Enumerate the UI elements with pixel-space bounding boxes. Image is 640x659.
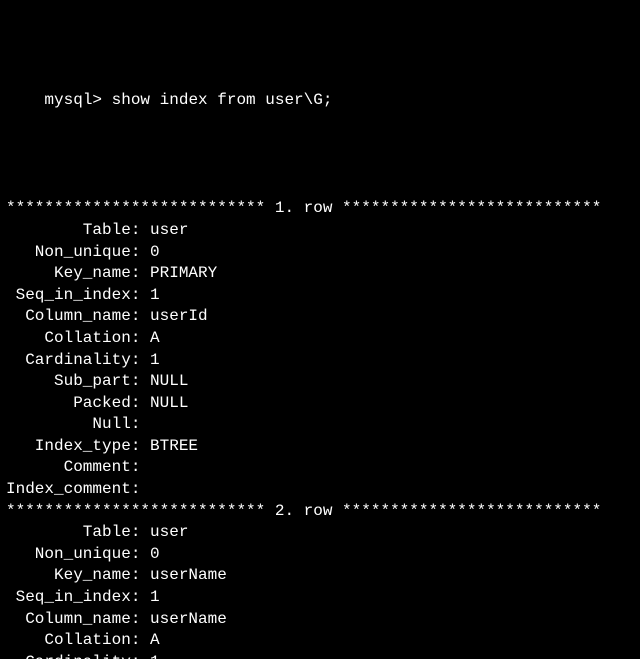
field-key: Seq_in_index xyxy=(6,587,131,609)
field-separator: : xyxy=(131,544,150,566)
terminal-output: mysql> show index from user\G; *********… xyxy=(0,0,640,659)
field-value: userId xyxy=(150,306,208,328)
field-value: 0 xyxy=(150,544,160,566)
field-separator: : xyxy=(131,328,150,350)
field-line: Null: xyxy=(6,414,634,436)
field-line: Collation:A xyxy=(6,328,634,350)
field-separator: : xyxy=(131,587,150,609)
field-line: Cardinality:1 xyxy=(6,350,634,372)
field-value: NULL xyxy=(150,393,188,415)
field-key: Packed xyxy=(6,393,131,415)
row-separator: *************************** 1. row *****… xyxy=(6,198,634,220)
field-line: Index_type:BTREE xyxy=(6,436,634,458)
field-key: Table xyxy=(6,220,131,242)
field-line: Sub_part:NULL xyxy=(6,371,634,393)
field-value: userName xyxy=(150,609,227,631)
field-value: user xyxy=(150,522,188,544)
field-separator: : xyxy=(131,414,150,436)
field-key: Collation xyxy=(6,328,131,350)
field-key: Table xyxy=(6,522,131,544)
field-separator: : xyxy=(131,263,150,285)
field-line: Packed:NULL xyxy=(6,393,634,415)
field-value: 0 xyxy=(150,242,160,264)
prompt-ps: mysql> xyxy=(44,91,102,109)
field-value: A xyxy=(150,328,160,350)
field-key: Null xyxy=(6,414,131,436)
field-value: 1 xyxy=(150,285,160,307)
field-value: NULL xyxy=(150,371,188,393)
field-line: Non_unique:0 xyxy=(6,544,634,566)
field-value: user xyxy=(150,220,188,242)
result-rows: *************************** 1. row *****… xyxy=(6,198,634,659)
field-separator: : xyxy=(131,306,150,328)
field-line: Table:user xyxy=(6,220,634,242)
field-separator: : xyxy=(131,609,150,631)
field-line: Seq_in_index:1 xyxy=(6,285,634,307)
field-line: Index_comment: xyxy=(6,479,634,501)
field-key: Key_name xyxy=(6,565,131,587)
field-separator: : xyxy=(131,479,150,501)
field-key: Non_unique xyxy=(6,242,131,264)
field-separator: : xyxy=(131,393,150,415)
field-line: Key_name:userName xyxy=(6,565,634,587)
field-separator: : xyxy=(131,652,150,659)
field-separator: : xyxy=(131,371,150,393)
field-line: Comment: xyxy=(6,457,634,479)
field-value: 1 xyxy=(150,587,160,609)
row-separator: *************************** 2. row *****… xyxy=(6,501,634,523)
field-separator: : xyxy=(131,220,150,242)
field-line: Seq_in_index:1 xyxy=(6,587,634,609)
field-key: Seq_in_index xyxy=(6,285,131,307)
field-key: Column_name xyxy=(6,609,131,631)
field-key: Collation xyxy=(6,630,131,652)
field-key: Sub_part xyxy=(6,371,131,393)
field-key: Non_unique xyxy=(6,544,131,566)
field-separator: : xyxy=(131,565,150,587)
field-value: BTREE xyxy=(150,436,198,458)
field-line: Column_name:userName xyxy=(6,609,634,631)
field-key: Cardinality xyxy=(6,350,131,372)
field-value: A xyxy=(150,630,160,652)
field-separator: : xyxy=(131,457,150,479)
field-value: 1 xyxy=(150,652,160,659)
prompt-command: show index from user\G; xyxy=(112,91,333,109)
field-line: Collation:A xyxy=(6,630,634,652)
field-value: PRIMARY xyxy=(150,263,217,285)
field-separator: : xyxy=(131,350,150,372)
field-key: Cardinality xyxy=(6,652,131,659)
field-key: Key_name xyxy=(6,263,131,285)
field-line: Key_name:PRIMARY xyxy=(6,263,634,285)
field-separator: : xyxy=(131,630,150,652)
field-separator: : xyxy=(131,436,150,458)
field-separator: : xyxy=(131,522,150,544)
prompt-line[interactable]: mysql> show index from user\G; xyxy=(6,69,634,134)
field-line: Table:user xyxy=(6,522,634,544)
field-separator: : xyxy=(131,285,150,307)
field-key: Comment xyxy=(6,457,131,479)
field-separator: : xyxy=(131,242,150,264)
field-line: Non_unique:0 xyxy=(6,242,634,264)
field-key: Column_name xyxy=(6,306,131,328)
field-line: Cardinality:1 xyxy=(6,652,634,659)
field-line: Column_name:userId xyxy=(6,306,634,328)
field-value: 1 xyxy=(150,350,160,372)
field-value: userName xyxy=(150,565,227,587)
field-key: Index_type xyxy=(6,436,131,458)
field-key: Index_comment xyxy=(6,479,131,501)
